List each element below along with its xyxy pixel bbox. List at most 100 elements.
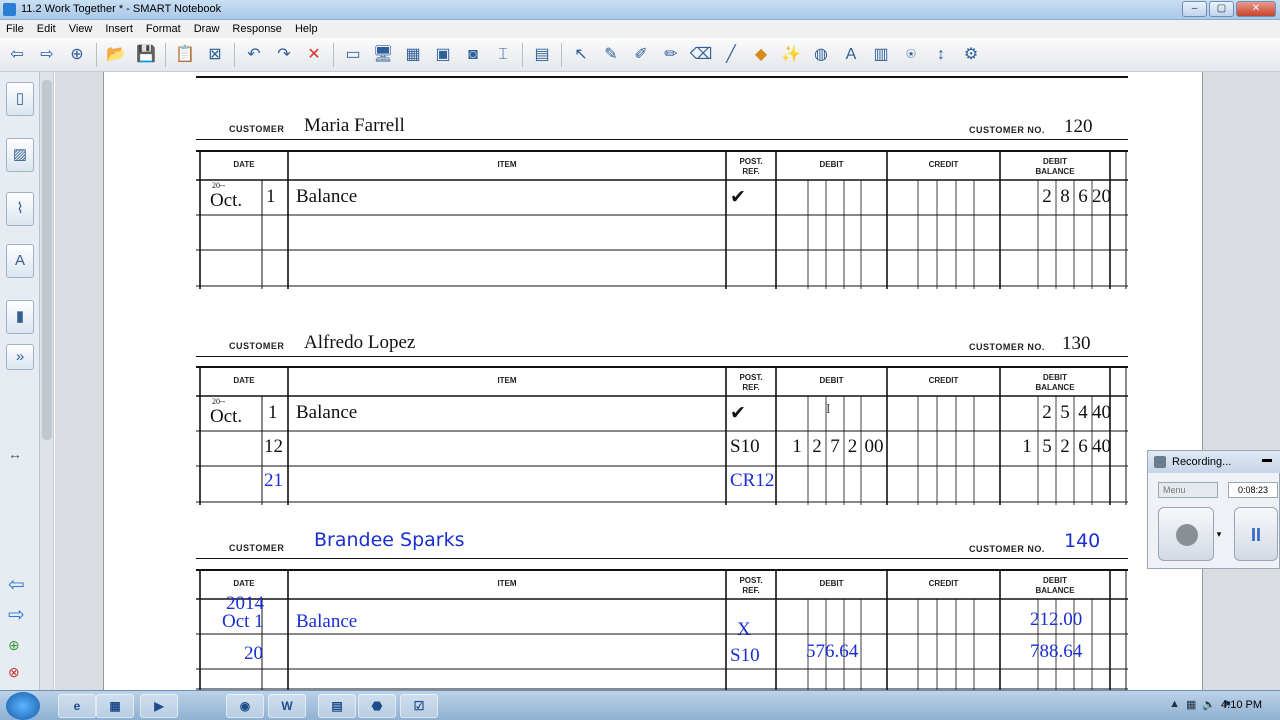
back-arrow-icon[interactable]: ⇦ [4,42,30,68]
next-page-icon[interactable]: ⇨ [8,602,25,627]
toolbar-separator [522,42,523,67]
taskbar-app-3[interactable]: ◉ [226,694,264,718]
fill-icon[interactable]: ◍ [808,42,834,68]
gallery-tab[interactable]: ▨ [6,138,34,172]
menu-format[interactable]: Format [146,23,181,35]
screen-icon[interactable]: ⊠ [202,42,228,68]
menu-response[interactable]: Response [232,23,282,35]
redo-icon[interactable]: ↷ [271,42,297,68]
record-options-dropdown[interactable]: ▾ [1214,507,1224,561]
tray-network-icon[interactable]: ▦ [1186,698,1196,711]
paste-icon[interactable]: 📋 [172,42,198,68]
line-icon[interactable]: ╱ [718,42,744,68]
pause-button[interactable]: II [1234,507,1278,561]
balance-digit: 2 [1042,186,1052,207]
recorder-minimize-button[interactable]: ▬ [1259,454,1275,468]
scrollbar-thumb[interactable] [42,80,52,440]
display-icon[interactable]: 🖥 [370,42,396,68]
debit-digit: 00 [864,436,884,457]
header-debit: DEBIT [819,579,844,588]
customer-name-3: Brandee Sparks [314,529,465,551]
resize-icon[interactable]: ↕ [928,42,954,68]
compass-icon[interactable]: ⍟ [898,42,924,68]
taskbar-app-7[interactable]: ☑ [400,694,438,718]
balance-digit: 40 [1092,436,1111,457]
menu-insert[interactable]: Insert [105,23,133,35]
tray-arrow-icon[interactable]: ▲ [1169,698,1180,711]
select-icon[interactable]: ↖ [568,42,594,68]
save-icon[interactable]: 💾 [133,42,159,68]
customer-rule-3 [196,558,1128,559]
table-icon[interactable]: ▤ [529,42,555,68]
shapes-icon[interactable]: ◆ [748,42,774,68]
post-ref-check: ✔ [730,187,746,208]
creative-pen-icon[interactable]: ✐ [628,42,654,68]
properties-icon[interactable]: ⚙ [958,42,984,68]
previous-page-icon[interactable]: ⇦ [8,572,25,597]
title-bar: 11.2 Work Together * - SMART Notebook ‒ … [0,0,1280,20]
page-sorter-tab[interactable]: ▯ [6,82,34,116]
header-item: ITEM [497,376,517,385]
window-title: 11.2 Work Together * - SMART Notebook [21,3,222,15]
side-scrollbar[interactable] [40,72,54,690]
add-page-side-icon[interactable]: ⊕ [8,637,20,654]
close-button[interactable]: ✕ [1236,1,1276,17]
header-post-ref: POST. REF. [739,157,763,176]
customer-no-label-2: CUSTOMER NO. [969,342,1045,352]
menu-draw[interactable]: Draw [194,23,220,35]
balance-amount: 212.00 [1030,609,1083,630]
eraser-icon[interactable]: ⌫ [688,42,714,68]
attachments-tab[interactable]: ⌇ [6,192,34,226]
taskbar-app-1[interactable]: ▦ [96,694,134,718]
menu-file[interactable]: File [6,23,24,35]
monitor-icon[interactable]: ▣ [430,42,456,68]
customer-name-1: Maria Farrell [304,115,405,136]
debit-digit: 7 [830,436,840,457]
ledger-table-2: DATE ITEM POST. REF. DEBIT CREDIT DEBIT BALAN… [196,366,1131,512]
delete-icon[interactable]: ✕ [301,42,327,68]
recorder-menu-dropdown[interactable]: Menu [1158,482,1218,498]
menu-view[interactable]: View [69,23,93,35]
notebook-page[interactable]: CUSTOMER Maria Farrell CUSTOMER NO. 120 … [103,72,1203,692]
tray-volume-icon[interactable]: 🔈 [1202,698,1216,711]
collapse-tab[interactable]: » [6,344,34,370]
camera-icon[interactable]: ◙ [460,42,486,68]
customer-name-2: Alfredo Lopez [304,332,416,353]
customer-no-3: 140 [1064,530,1101,552]
header-debit-balance: DEBIT BALANCE [1035,373,1075,392]
start-button[interactable] [6,692,40,720]
taskbar-app-6[interactable]: ⬣ [358,694,396,718]
taskbar-app-2[interactable]: ▶ [140,694,178,718]
crop-icon[interactable]: ⌶ [490,42,516,68]
screen-shade-icon[interactable]: ▭ [340,42,366,68]
header-date: DATE [233,579,255,588]
highlighter-icon[interactable]: ✏ [658,42,684,68]
addons-tab[interactable]: ▮ [6,300,34,334]
date-year: 20-- [212,181,226,190]
forward-arrow-icon[interactable]: ⇨ [34,42,60,68]
undo-icon[interactable]: ↶ [241,42,267,68]
taskbar-app-0[interactable]: e [58,694,96,718]
taskbar-app-5[interactable]: ▤ [318,694,356,718]
toolbar-separator [96,42,97,67]
text-icon[interactable]: A [838,42,864,68]
add-page-icon[interactable]: ⊕ [64,42,90,68]
customer-no-1: 120 [1064,116,1093,137]
menu-help[interactable]: Help [295,23,318,35]
capture-icon[interactable]: ▦ [400,42,426,68]
magic-pen-icon[interactable]: ✨ [778,42,804,68]
taskbar-app-4[interactable]: W [268,694,306,718]
delete-page-icon[interactable]: ⊗ [8,664,20,681]
smart-notebook-window: 11.2 Work Together * - SMART Notebook ‒ … [0,0,1280,720]
menu-edit[interactable]: Edit [37,23,56,35]
pen-icon[interactable]: ✎ [598,42,624,68]
properties-tab[interactable]: A [6,244,34,278]
maximize-button[interactable]: ▢ [1209,1,1234,17]
ledger-table-1: DATE ITEM POST. REF. DEBIT CREDIT DEBIT BALAN… [196,150,1131,296]
resize-horizontal-icon[interactable]: ↔ [8,446,22,462]
open-folder-icon[interactable]: 📂 [103,42,129,68]
minimize-button[interactable]: ‒ [1182,1,1207,17]
record-button[interactable] [1158,507,1214,561]
notebook-canvas[interactable]: CUSTOMER Maria Farrell CUSTOMER NO. 120 … [55,72,1280,692]
format-icon[interactable]: ▥ [868,42,894,68]
